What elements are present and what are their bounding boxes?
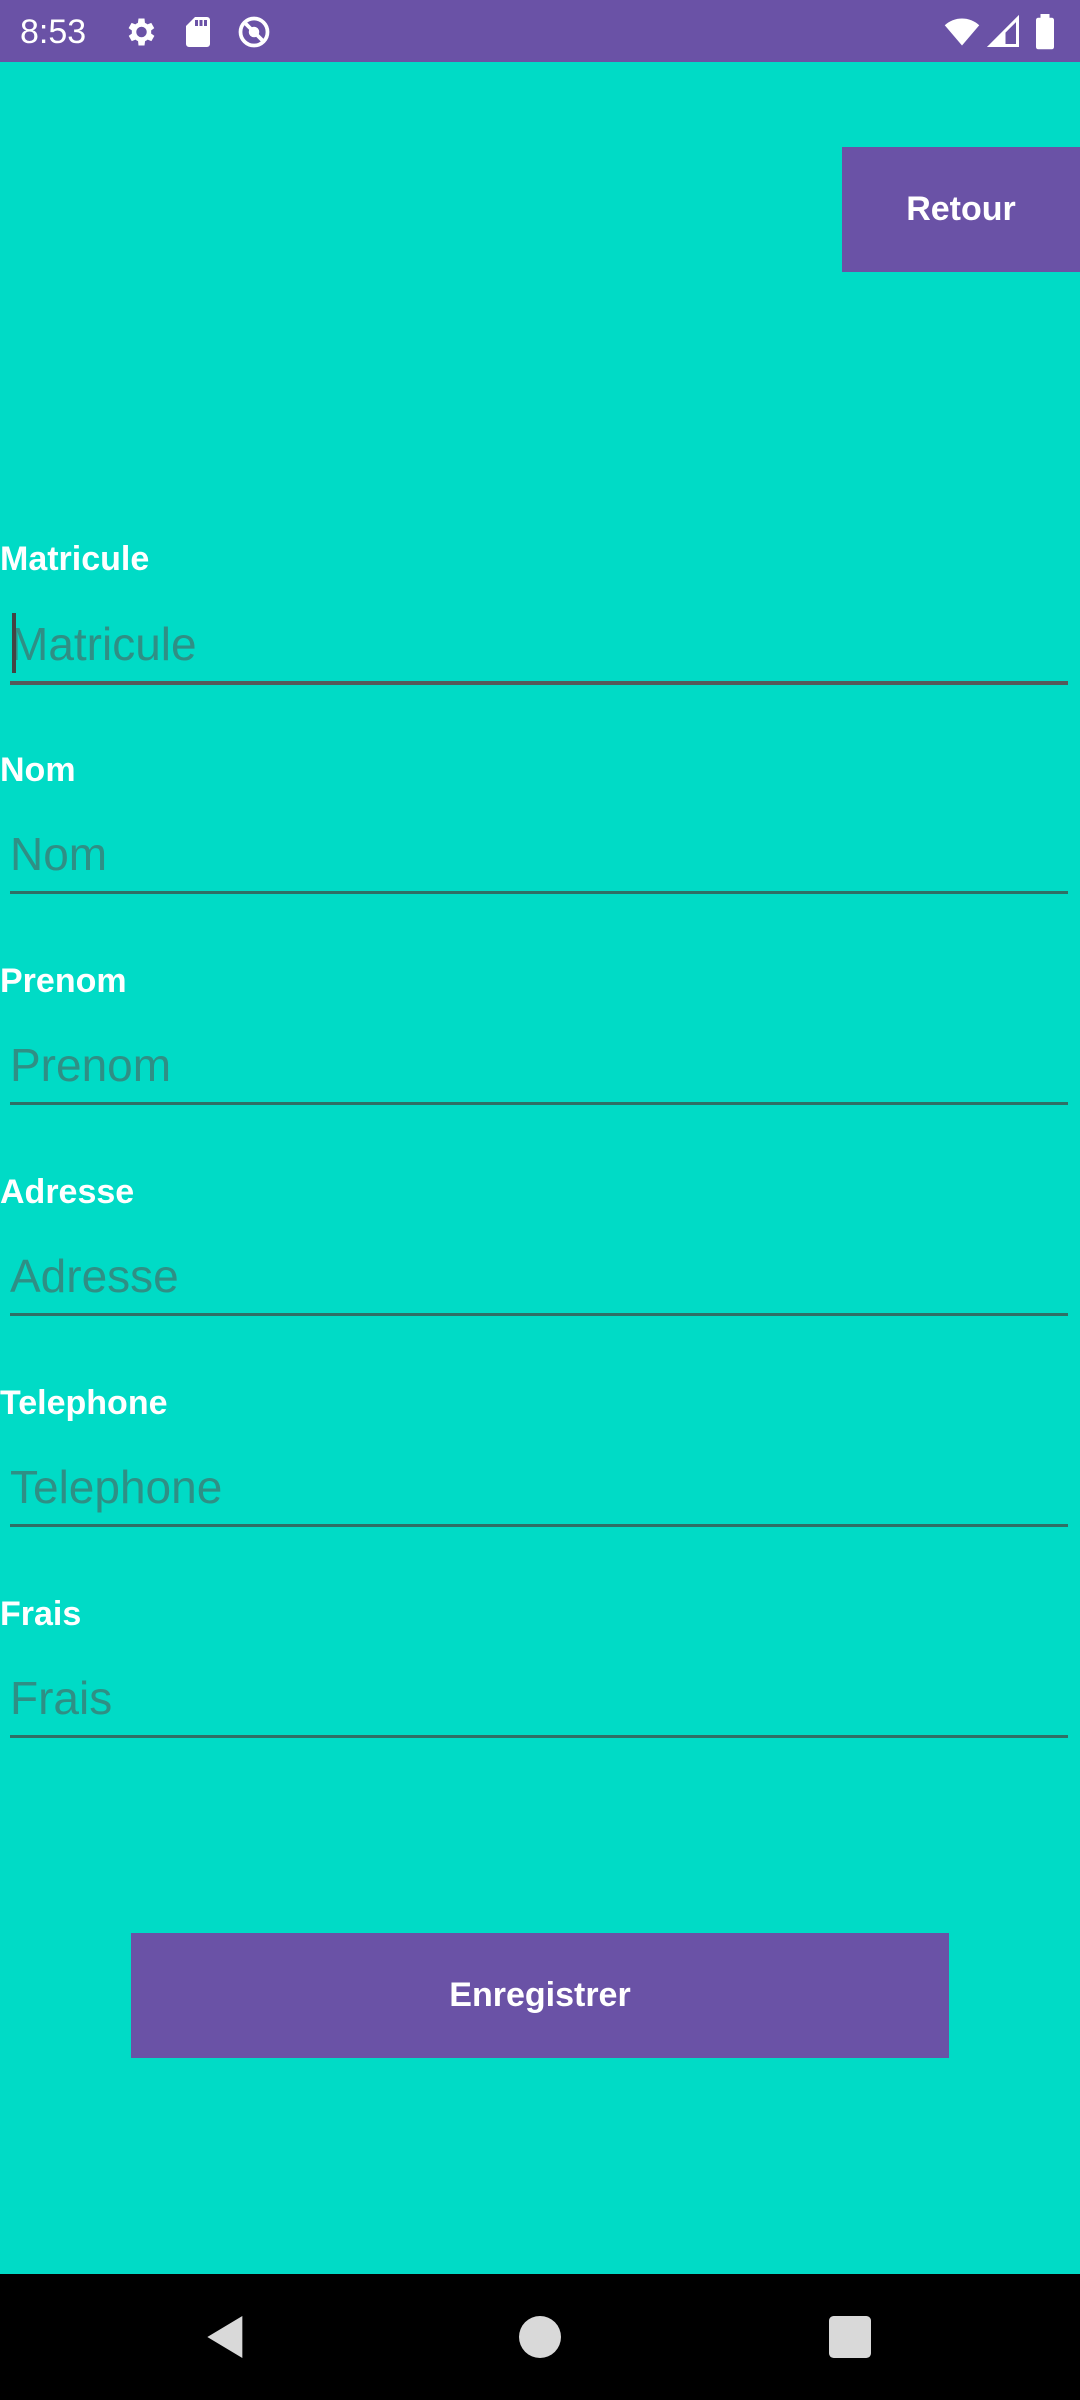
sd-card-icon [180, 14, 216, 50]
back-icon[interactable] [198, 2309, 254, 2365]
field-label-matricule: Matricule [0, 540, 150, 578]
nom-input[interactable] [10, 816, 1068, 894]
wifi-icon [944, 14, 980, 50]
text-caret [12, 613, 16, 673]
home-icon[interactable] [512, 2309, 568, 2365]
save-button[interactable]: Enregistrer [131, 1933, 949, 2058]
recents-icon[interactable] [822, 2309, 878, 2365]
back-button[interactable]: Retour [842, 147, 1080, 272]
field-label-telephone: Telephone [0, 1384, 168, 1422]
status-time: 8:53 [20, 13, 87, 51]
frais-input[interactable] [10, 1660, 1068, 1738]
field-label-frais: Frais [0, 1595, 82, 1633]
field-label-nom: Nom [0, 751, 76, 789]
matricule-input[interactable] [10, 607, 1068, 685]
status-bar: 8:53 [0, 0, 1080, 62]
do-not-disturb-icon [236, 14, 272, 50]
prenom-input[interactable] [10, 1027, 1068, 1105]
adresse-input[interactable] [10, 1238, 1068, 1316]
battery-icon [1032, 14, 1058, 50]
navigation-bar [0, 2274, 1080, 2400]
gear-icon [122, 14, 158, 50]
field-label-adresse: Adresse [0, 1173, 135, 1211]
telephone-input[interactable] [10, 1449, 1068, 1527]
signal-icon [986, 14, 1022, 50]
field-label-prenom: Prenom [0, 962, 127, 1000]
